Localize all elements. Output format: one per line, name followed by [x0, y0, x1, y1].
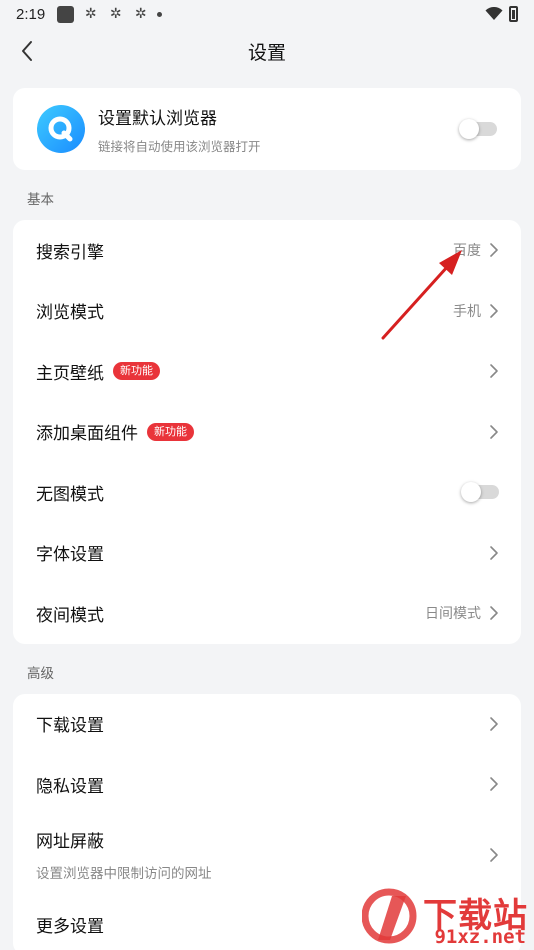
chevron-right-icon [490, 545, 498, 560]
default-browser-subtitle: 链接将自动使用该浏览器打开 [98, 138, 261, 154]
chevron-right-icon [490, 847, 498, 862]
row-label: 添加桌面组件 [36, 424, 138, 445]
notification-pinwheel-icon: ✲ [84, 5, 97, 22]
row-label: 隐私设置 [36, 776, 104, 797]
top-bar: 设置 [0, 28, 534, 74]
browser-logo-icon [37, 105, 85, 153]
row-value: 百度 [453, 243, 481, 260]
chevron-right-icon [490, 777, 498, 792]
row-browse-mode[interactable]: 浏览模式 手机 [13, 281, 521, 342]
battery-icon [509, 6, 518, 22]
status-time: 2:19 [16, 5, 46, 23]
notification-square-icon [57, 5, 75, 23]
row-label: 无图模式 [36, 484, 104, 505]
notification-pinwheel-icon: ✲ [134, 5, 147, 22]
back-arrow-icon [22, 41, 32, 61]
site-watermark: 下载站 91xz.net [362, 886, 532, 948]
row-privacy-settings[interactable]: 隐私设置 [13, 754, 521, 815]
row-subtitle: 设置浏览器中限制访问的网址 [36, 866, 212, 882]
default-browser-title: 设置默认浏览器 [98, 108, 217, 129]
wifi-icon [485, 7, 503, 20]
chevron-right-icon [490, 243, 498, 258]
row-search-engine[interactable]: 搜索引擎 百度 [13, 220, 521, 281]
section-label-basic: 基本 [27, 192, 54, 208]
row-no-image-mode: 无图模式 [13, 462, 521, 523]
chevron-right-icon [490, 364, 498, 379]
section-label-advanced: 高级 [27, 665, 54, 682]
basic-settings-card: 搜索引擎 百度 浏览模式 手机 主页壁纸 新功能 添加桌面组件 新功能 无图模式 [13, 220, 521, 644]
new-feature-badge: 新功能 [147, 422, 194, 441]
chevron-right-icon [490, 606, 498, 621]
no-image-mode-toggle[interactable] [461, 482, 499, 503]
row-url-blocking[interactable]: 网址屏蔽 设置浏览器中限制访问的网址 [13, 815, 521, 895]
status-bar: 2:19 ✲ ✲ ✲ [0, 0, 534, 28]
page-title: 设置 [247, 41, 286, 64]
row-label: 主页壁纸 [36, 363, 104, 384]
more-notifications-dot-icon [157, 11, 163, 17]
row-label: 夜间模式 [36, 605, 104, 626]
row-add-desktop-widget[interactable]: 添加桌面组件 新功能 [13, 402, 521, 463]
row-value: 日间模式 [425, 606, 481, 623]
default-browser-card[interactable]: 设置默认浏览器 链接将自动使用该浏览器打开 [13, 88, 521, 170]
row-homepage-wallpaper[interactable]: 主页壁纸 新功能 [13, 341, 521, 402]
watermark-logo-icon [362, 888, 417, 944]
row-label: 字体设置 [36, 545, 104, 566]
row-font-settings[interactable]: 字体设置 [13, 523, 521, 584]
row-label: 下载设置 [36, 716, 104, 737]
row-night-mode[interactable]: 夜间模式 日间模式 [13, 583, 521, 644]
row-label: 浏览模式 [36, 303, 104, 324]
row-download-settings[interactable]: 下载设置 [13, 694, 521, 755]
watermark-url: 91xz.net [434, 926, 526, 948]
notification-pinwheel-icon: ✲ [109, 5, 122, 22]
row-value: 手机 [453, 303, 481, 320]
row-label: 更多设置 [36, 917, 104, 938]
back-button[interactable] [12, 36, 42, 66]
default-browser-toggle[interactable] [459, 119, 497, 139]
chevron-right-icon [490, 424, 498, 439]
chevron-right-icon [490, 303, 498, 318]
row-label: 搜索引擎 [36, 242, 104, 263]
chevron-right-icon [490, 716, 498, 731]
new-feature-badge: 新功能 [113, 362, 160, 381]
row-label: 网址屏蔽 [36, 832, 104, 852]
